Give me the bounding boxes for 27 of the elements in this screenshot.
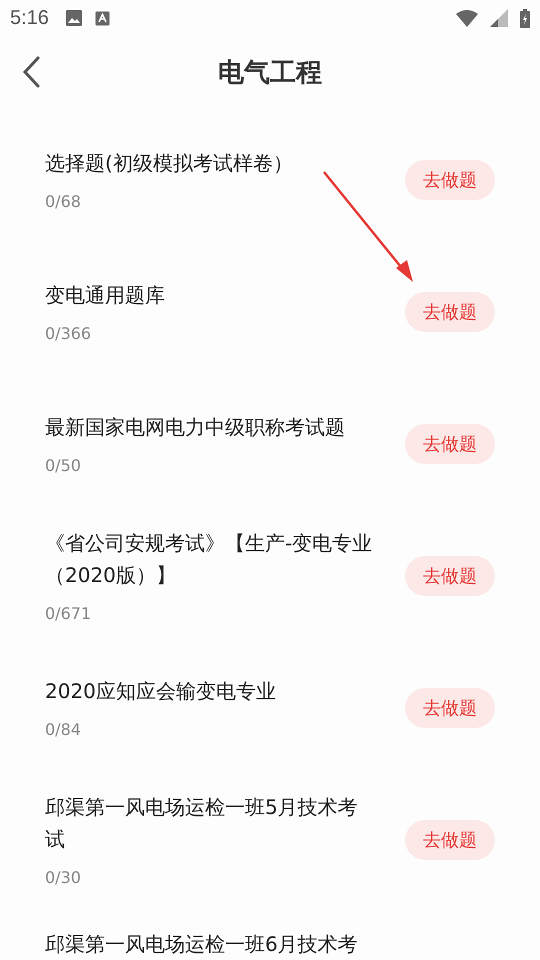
exam-title: 邱渠第一风电场运检一班6月技术考 — [45, 931, 359, 958]
wifi-icon — [456, 10, 478, 26]
exam-title: 选择题(初级模拟考试样卷） — [45, 150, 294, 177]
start-quiz-button[interactable]: 去做题 — [405, 424, 495, 464]
image-icon — [64, 9, 83, 27]
start-quiz-button[interactable]: 去做题 — [405, 556, 495, 596]
progress-count: 0/50 — [45, 455, 81, 477]
notification-icon — [94, 10, 110, 26]
progress-count: 0/671 — [45, 603, 92, 625]
start-quiz-button[interactable]: 去做题 — [405, 820, 495, 860]
signal-icon — [490, 9, 508, 27]
progress-count: 0/30 — [45, 867, 81, 889]
exam-title: 邱渠第一风电场运检一班5月技术考试 — [45, 794, 359, 853]
page-title: 电气工程 — [218, 56, 322, 90]
progress-count: 0/68 — [45, 191, 81, 213]
progress-count: 0/366 — [45, 323, 92, 345]
start-quiz-button[interactable]: 去做题 — [405, 160, 495, 200]
exam-title: 变电通用题库 — [45, 282, 166, 309]
battery-icon — [520, 8, 530, 28]
exam-title: 《省公司安规考试》【生产-变电专业（2020版）】 — [45, 530, 374, 589]
start-quiz-button[interactable]: 去做题 — [405, 292, 495, 332]
exam-title: 最新国家电网电力中级职称考试题 — [45, 414, 346, 441]
start-quiz-button[interactable]: 去做题 — [405, 688, 495, 728]
back-button[interactable] — [22, 56, 40, 88]
status-time: 5:16 — [10, 6, 49, 30]
progress-count: 0/84 — [45, 719, 81, 741]
exam-title: 2020应知应会输变电专业 — [45, 678, 277, 705]
